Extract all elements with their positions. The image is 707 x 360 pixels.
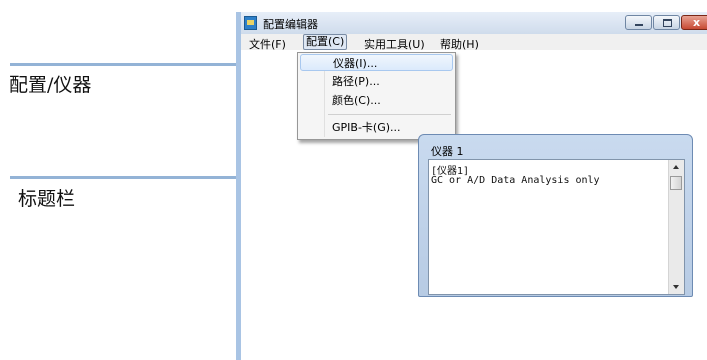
menu-item-label: 颜色(C)... [332, 94, 381, 107]
child-window-title: 仪器 1 [431, 145, 464, 158]
callout-title-bar: 标题栏 [18, 188, 76, 210]
minimize-button[interactable] [625, 15, 652, 30]
scroll-thumb[interactable] [670, 176, 682, 190]
menu-file[interactable]: 文件(F) [247, 36, 288, 52]
callout-line-config [10, 63, 262, 66]
window-title: 配置编辑器 [263, 18, 318, 31]
menu-item-path[interactable]: 路径(P)... [300, 73, 453, 90]
menu-tools[interactable]: 实用工具(U) [362, 36, 427, 52]
menu-item-label: GPIB-卡(G)... [332, 121, 401, 134]
scroll-down-icon[interactable] [673, 285, 679, 289]
menu-item-instrument[interactable]: 仪器(I)... [300, 54, 453, 71]
menu-item-label: 路径(P)... [332, 75, 380, 88]
text-line: GC or A/D Data Analysis only [431, 175, 600, 186]
menu-item-label: 仪器(I)... [333, 57, 378, 70]
instrument-child-window: 仪器 1 [仪器1] GC or A/D Data Analysis only [418, 134, 693, 297]
menu-separator [328, 114, 451, 115]
vertical-scrollbar[interactable] [668, 160, 684, 294]
callout-config-instrument: 配置/仪器 [9, 74, 92, 96]
scroll-up-icon[interactable] [673, 165, 679, 169]
title-bar: 配置编辑器 x [241, 12, 707, 34]
maximize-button[interactable] [653, 15, 680, 30]
menu-bar: 文件(F) 配置(C) 实用工具(U) 帮助(H) [241, 34, 707, 52]
app-icon [244, 16, 257, 30]
menu-item-color[interactable]: 颜色(C)... [300, 92, 453, 109]
menu-config[interactable]: 配置(C) [303, 34, 348, 50]
menu-help[interactable]: 帮助(H) [438, 36, 481, 52]
instrument-text-area[interactable]: [仪器1] GC or A/D Data Analysis only [428, 159, 685, 295]
close-button[interactable]: x [681, 15, 707, 30]
config-dropdown-menu: 仪器(I)... 路径(P)... 颜色(C)... GPIB-卡(G)... [297, 52, 456, 140]
